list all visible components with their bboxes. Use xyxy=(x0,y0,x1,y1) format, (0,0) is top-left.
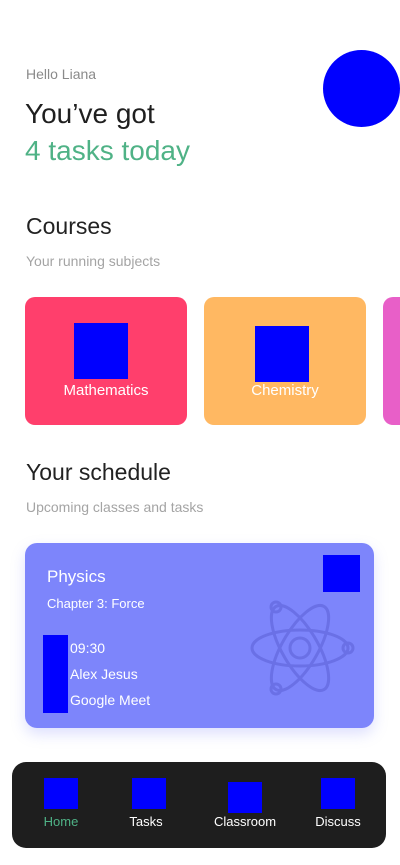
course-card-partial[interactable] xyxy=(383,297,400,425)
nav-item-home[interactable]: Home xyxy=(21,762,101,848)
tasks-count-headline: 4 tasks today xyxy=(25,135,190,166)
courses-carousel[interactable]: Mathematics Chemistry xyxy=(25,297,400,425)
courses-subtitle: Your running subjects xyxy=(26,253,161,269)
discuss-icon xyxy=(321,778,355,809)
course-card-mathematics[interactable]: Mathematics xyxy=(25,297,187,425)
class-chapter: Chapter 3: Force xyxy=(47,596,145,611)
clock-icon xyxy=(43,635,68,661)
classroom-icon xyxy=(228,782,262,813)
nav-label: Classroom xyxy=(213,814,277,829)
class-subject: Physics xyxy=(47,567,106,586)
video-call-icon xyxy=(43,687,68,713)
nav-label: Tasks xyxy=(129,814,163,829)
nav-item-classroom[interactable]: Classroom xyxy=(205,762,285,848)
course-label: Chemistry xyxy=(251,382,319,399)
nav-label: Home xyxy=(43,814,79,829)
chemistry-icon xyxy=(255,326,309,382)
class-teacher: Alex Jesus xyxy=(70,666,138,682)
schedule-card-physics[interactable]: Physics Chapter 3: Force 09:30 Alex Jesu… xyxy=(25,543,374,728)
mathematics-icon xyxy=(74,323,128,379)
headline: You’ve got xyxy=(25,98,155,129)
nav-item-discuss[interactable]: Discuss xyxy=(298,762,378,848)
course-label: Mathematics xyxy=(63,382,149,399)
nav-item-tasks[interactable]: Tasks xyxy=(106,762,186,848)
greeting-text: Hello Liana xyxy=(26,66,97,82)
class-platform: Google Meet xyxy=(70,692,151,708)
course-card-chemistry[interactable]: Chemistry xyxy=(204,297,366,425)
class-time: 09:30 xyxy=(70,640,106,656)
courses-title: Courses xyxy=(26,213,112,239)
avatar[interactable] xyxy=(323,50,400,127)
bottom-navigation: Home Tasks Classroom Discuss xyxy=(12,762,386,848)
atom-icon xyxy=(250,600,355,696)
tasks-icon xyxy=(132,778,166,809)
schedule-subtitle: Upcoming classes and tasks xyxy=(26,499,204,515)
person-icon xyxy=(43,661,68,687)
home-icon xyxy=(44,778,78,809)
class-options-icon[interactable] xyxy=(323,555,360,592)
schedule-title: Your schedule xyxy=(26,459,171,485)
nav-label: Discuss xyxy=(315,814,361,829)
